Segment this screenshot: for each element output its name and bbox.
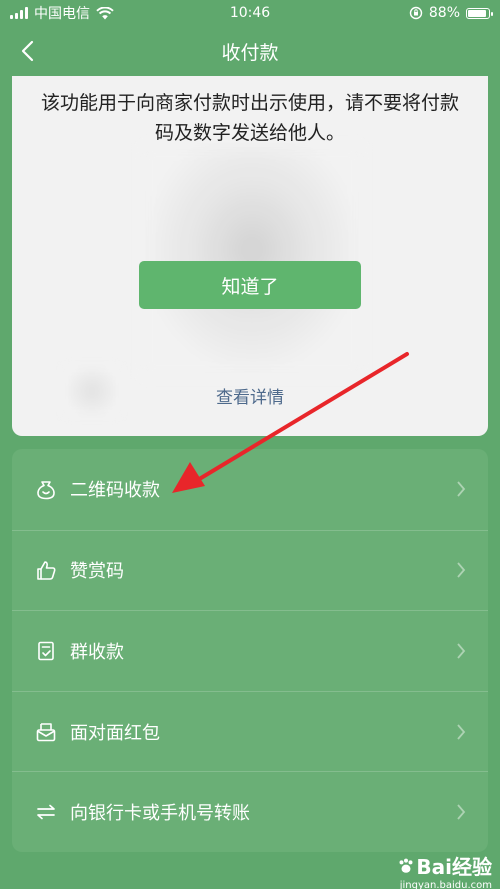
- notice-card: 该功能用于向商家付款时出示使用，请不要将付款码及数字发送给他人。 知道了 查看详…: [12, 76, 488, 436]
- battery-icon: [466, 7, 493, 19]
- qr-money-bag-icon: [34, 477, 58, 501]
- transfer-arrows-icon: [34, 800, 58, 824]
- rotation-lock-icon: [409, 6, 423, 20]
- wifi-icon: [96, 6, 114, 19]
- confirm-button[interactable]: 知道了: [139, 261, 361, 309]
- menu-item-qr-receive[interactable]: 二维码收款: [12, 449, 488, 530]
- chevron-right-icon: [457, 481, 466, 497]
- status-left: 中国电信: [10, 3, 114, 23]
- view-details-link[interactable]: 查看详情: [12, 383, 488, 408]
- menu-label: 面对面红包: [70, 722, 160, 744]
- paw-logo-icon: [399, 858, 413, 873]
- back-button[interactable]: [12, 36, 42, 66]
- menu-label: 二维码收款: [70, 480, 160, 502]
- status-bar: 中国电信 10:46 88%: [0, 0, 500, 26]
- menu-item-group-collect[interactable]: 群收款: [12, 610, 488, 691]
- nav-bar: 收付款: [0, 26, 500, 76]
- battery-percent: 88%: [428, 5, 460, 21]
- chevron-right-icon: [457, 723, 466, 740]
- thumbs-up-icon: [34, 558, 58, 582]
- menu-item-transfer[interactable]: 向银行卡或手机号转账: [12, 771, 488, 852]
- page-title: 收付款: [221, 41, 279, 64]
- battery-fill: [468, 9, 486, 17]
- chevron-right-icon: [457, 643, 466, 659]
- red-packet-icon: [34, 720, 58, 744]
- chevron-right-icon: [457, 804, 466, 820]
- status-right: 88%: [409, 5, 493, 21]
- menu-label: 群收款: [70, 641, 124, 663]
- menu-label: 向银行卡或手机号转账: [70, 803, 250, 825]
- menu-item-appreciation-code[interactable]: 赞赏码: [12, 529, 488, 611]
- menu-item-face-to-face-red-packet[interactable]: 面对面红包: [12, 690, 488, 772]
- signal-icon: [10, 7, 28, 19]
- watermark-site: jingyan.baidu.com: [399, 880, 492, 889]
- notice-message: 该功能用于向商家付款时出示使用，请不要将付款码及数字发送给他人。: [40, 92, 459, 144]
- watermark-brand: Bai经验: [396, 851, 492, 880]
- group-receipt-icon: [34, 639, 58, 663]
- carrier-label: 中国电信: [34, 6, 90, 22]
- payment-menu: 二维码收款 赞赏码 群收款 面对面红包 向银行卡或手机号转账: [12, 449, 488, 852]
- chevron-right-icon: [457, 562, 466, 578]
- watermark-brand-text: Bai经验: [416, 855, 492, 879]
- watermark: Bai经验 jingyan.baidu.com: [372, 851, 492, 889]
- menu-label: 赞赏码: [70, 561, 124, 583]
- chevron-left-icon: [21, 40, 34, 62]
